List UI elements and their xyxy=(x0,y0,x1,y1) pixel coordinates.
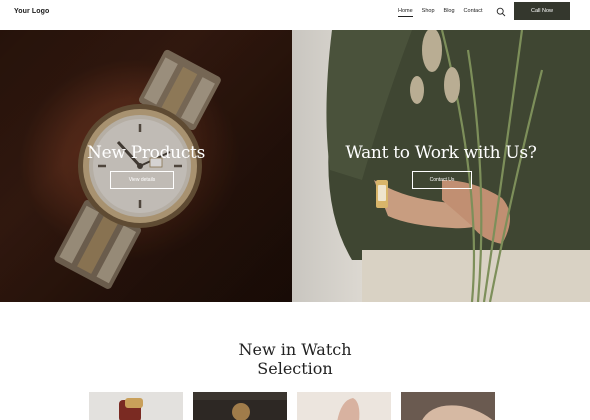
section-title-line-2: Selection xyxy=(257,359,333,378)
nav-item-shop[interactable]: Shop xyxy=(422,8,435,17)
hero-title-work-with-us: Want to Work with Us? xyxy=(345,143,537,163)
call-now-button[interactable]: Call Now xyxy=(514,2,570,20)
person-with-flowers-image xyxy=(326,30,590,302)
site-header: Your Logo Home Shop Blog Contact Call No… xyxy=(0,0,590,30)
product-card[interactable] xyxy=(297,392,391,420)
search-icon[interactable] xyxy=(496,7,506,17)
product-card[interactable] xyxy=(193,392,287,420)
hero-title-new-products: New Products xyxy=(87,143,205,163)
nav-item-blog[interactable]: Blog xyxy=(444,8,455,17)
main-nav: Home Shop Blog Contact xyxy=(398,8,483,17)
nav-item-home[interactable]: Home xyxy=(398,8,413,17)
product-image xyxy=(119,398,143,420)
product-card[interactable] xyxy=(401,392,495,420)
contact-us-button[interactable]: Contact Us xyxy=(412,171,472,189)
logo[interactable]: Your Logo xyxy=(14,8,49,15)
section-title: New in Watch Selection xyxy=(0,340,590,378)
hero: New Products View details Want to Work w… xyxy=(0,30,590,302)
watch-image xyxy=(0,30,292,302)
hero-panel-new-products[interactable]: New Products View details xyxy=(0,30,292,302)
nav-item-contact[interactable]: Contact xyxy=(464,8,483,17)
section-title-line-1: New in Watch xyxy=(238,340,352,359)
view-details-button[interactable]: View details xyxy=(110,171,174,189)
product-image xyxy=(193,392,287,420)
product-image xyxy=(422,405,493,420)
hero-panel-work-with-us[interactable]: Want to Work with Us? Contact Us xyxy=(292,30,590,302)
product-card[interactable] xyxy=(89,392,183,420)
product-image xyxy=(337,398,360,420)
